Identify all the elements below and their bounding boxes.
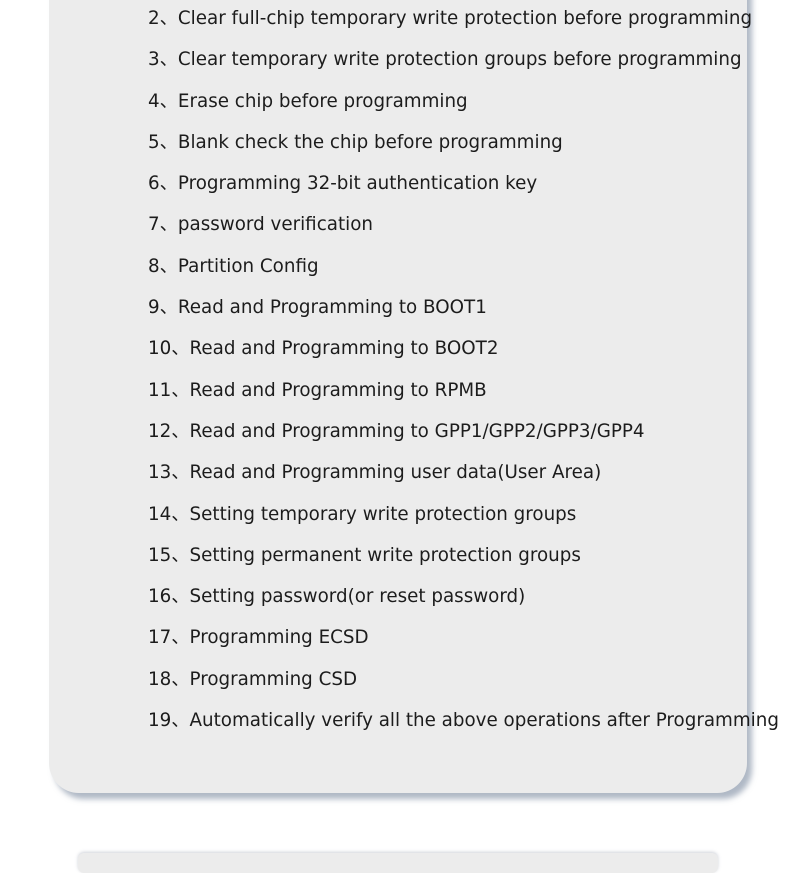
feature-item-text: Setting permanent write protection group… [189, 544, 581, 566]
next-card [78, 853, 718, 873]
feature-item-number: 16、 [148, 586, 190, 608]
feature-item-number: 3、 [148, 49, 178, 71]
feature-item: 17、Programming ECSD [148, 617, 779, 658]
feature-item-text: Read and Programming to GPP1/GPP2/GPP3/G… [189, 420, 645, 442]
feature-item-text: Programming CSD [189, 668, 358, 690]
feature-item-number: 7、 [148, 214, 178, 236]
feature-item: 10、Read and Programming to BOOT2 [148, 328, 779, 369]
feature-item-text: Setting password(or reset password) [189, 586, 526, 608]
feature-item: 9、Read and Programming to BOOT1 [148, 287, 779, 328]
feature-item: 16、Setting password(or reset password) [148, 576, 779, 617]
feature-item-number: 10、 [148, 338, 190, 360]
feature-item-number: 4、 [148, 90, 178, 112]
feature-item: 2、Clear full-chip temporary write protec… [148, 0, 779, 39]
feature-item: 7、password verification [148, 204, 779, 245]
feature-item: 4、Erase chip before programming [148, 81, 779, 122]
feature-item-text: Clear full-chip temporary write protecti… [177, 8, 753, 29]
feature-item: 11、Read and Programming to RPMB [148, 370, 779, 411]
feature-item-number: 13、 [148, 462, 190, 484]
feature-item: 18、Programming CSD [148, 659, 779, 700]
feature-item-number: 11、 [148, 379, 190, 401]
feature-item-number: 2、 [148, 8, 178, 29]
feature-item-text: Automatically verify all the above opera… [189, 710, 779, 732]
feature-item-text: Setting temporary write protection group… [189, 503, 577, 525]
feature-item-number: 15、 [148, 544, 190, 566]
feature-item-number: 19、 [148, 710, 190, 732]
feature-item-number: 6、 [148, 173, 178, 195]
feature-item: 5、Blank check the chip before programmin… [148, 122, 779, 163]
feature-item-number: 18、 [148, 668, 190, 690]
feature-item-text: Erase chip before programming [177, 90, 468, 112]
feature-item: 15、Setting permanent write protection gr… [148, 535, 779, 576]
feature-item-text: password verification [177, 214, 373, 236]
feature-item: 14、Setting temporary write protection gr… [148, 494, 779, 535]
feature-item: 13、Read and Programming user data(User A… [148, 452, 779, 493]
feature-item-number: 14、 [148, 503, 190, 525]
feature-list-card: 1、Read CID CSD ECSD.2、Clear full-chip te… [49, 0, 779, 793]
feature-item-number: 9、 [148, 297, 178, 319]
feature-item-number: 8、 [148, 255, 178, 277]
feature-list: 1、Read CID CSD ECSD.2、Clear full-chip te… [148, 0, 779, 741]
feature-item: 6、Programming 32-bit authentication key [148, 163, 779, 204]
feature-item-number: 17、 [148, 627, 190, 649]
feature-item-text: Partition Config [177, 255, 319, 277]
feature-item-text: Read and Programming to RPMB [189, 379, 487, 401]
feature-item: 3、Clear temporary write protection group… [148, 39, 779, 80]
feature-item-number: 12、 [148, 420, 190, 442]
feature-item-text: Clear temporary write protection groups … [177, 49, 742, 71]
feature-item: 12、Read and Programming to GPP1/GPP2/GPP… [148, 411, 779, 452]
feature-item: 8、Partition Config [148, 246, 779, 287]
feature-item: 19、Automatically verify all the above op… [148, 700, 779, 741]
feature-item-text: Read and Programming to BOOT2 [189, 338, 499, 360]
feature-item-number: 5、 [148, 131, 178, 153]
feature-item-text: Read and Programming to BOOT1 [177, 297, 487, 319]
feature-item-text: Programming ECSD [189, 627, 369, 649]
feature-item-text: Programming 32-bit authentication key [177, 173, 538, 195]
feature-item-text: Blank check the chip before programming [177, 131, 563, 153]
feature-item-text: Read and Programming user data(User Area… [189, 462, 602, 484]
